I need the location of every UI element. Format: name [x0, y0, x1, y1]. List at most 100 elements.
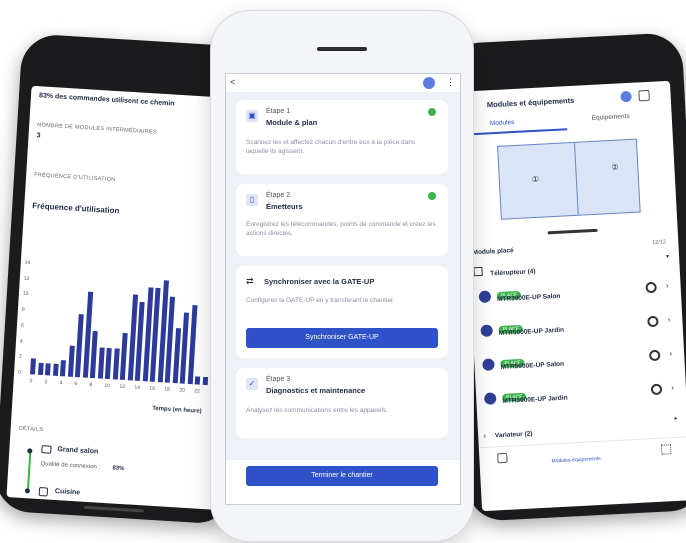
- bar-chart: [28, 264, 230, 386]
- diagnostics-icon: ✓: [246, 378, 258, 390]
- x-tick-label: 4: [59, 380, 63, 387]
- plan-room-2[interactable]: ②: [611, 163, 619, 172]
- signal-gauge-icon: [645, 281, 657, 294]
- plan-room-1[interactable]: ①: [532, 175, 540, 184]
- device-icon: [482, 358, 495, 371]
- x-tick-label: 12: [119, 383, 126, 391]
- tab-equipments[interactable]: Équipements: [592, 113, 630, 122]
- help-icon[interactable]: [620, 90, 632, 103]
- remote-icon: ▯: [246, 194, 258, 206]
- step3-number: Étape 3: [266, 376, 291, 383]
- x-tick-label: 0: [29, 378, 33, 385]
- sync-description: Configurez la GATE-UP en y transférant l…: [246, 297, 395, 304]
- back-button[interactable]: <: [230, 77, 235, 87]
- room-grand-salon[interactable]: Grand salon: [57, 446, 98, 455]
- timeline-line: [26, 451, 32, 492]
- timeline-dot: [27, 448, 33, 454]
- y-tick-label: 12: [23, 275, 30, 282]
- details-label: DÉTAILS: [18, 425, 44, 434]
- step2-title: Émetteurs: [266, 202, 303, 211]
- chart-bar: [59, 360, 66, 377]
- y-tick-label: 0: [17, 369, 22, 376]
- step3-description: Analysez les communications entre les ap…: [246, 407, 388, 414]
- device-row[interactable]: PLACÉ MTR5000E-UP Jardin ›: [480, 307, 677, 347]
- y-tick-label: 2: [18, 353, 23, 361]
- chevron-down-icon: ▾: [665, 254, 670, 261]
- y-tick-label: 8: [21, 306, 25, 313]
- step1-title: Module & plan: [266, 118, 318, 127]
- device-row[interactable]: PLACÉ MTR3000E-UP Salon ›: [478, 273, 675, 313]
- x-tick-label: 20: [179, 387, 186, 394]
- x-tick-label: 2: [44, 379, 48, 386]
- path-header: 83% des commandes utilisent ce chemin: [38, 92, 175, 108]
- bottom-bar: Terminer le chantier: [226, 460, 460, 504]
- chevron-right-icon: ›: [671, 382, 675, 393]
- placed-count: 12/12: [652, 239, 667, 246]
- right-screen: ‹ Modules et équipements Modules Équipem…: [460, 80, 686, 512]
- step3-card[interactable]: ✓ Étape 3 Diagnostics et maintenance Ana…: [236, 368, 448, 438]
- step1-number: Étape 1: [266, 108, 291, 115]
- quality-label: Qualité de connexion :: [40, 461, 101, 471]
- chart-bar: [30, 358, 36, 375]
- nav-grid-icon[interactable]: [660, 444, 672, 455]
- chevron-right-icon: ›: [667, 315, 671, 325]
- dimmer-icon: ♁: [482, 432, 488, 441]
- chart-bar: [194, 376, 201, 385]
- sync-title: Synchroniser avec la GATE-UP: [264, 277, 375, 286]
- shuffle-icon: ⇄: [246, 276, 254, 286]
- nav-modules-equipments[interactable]: Modules-équipements: [551, 456, 600, 465]
- group-telerupteur-label: Télérupteur (4): [489, 268, 536, 278]
- center-phone: < ⋮ ▣ Étape 1 Module & plan Scannez les …: [210, 10, 474, 542]
- intermediate-value: 3: [36, 132, 41, 140]
- signal-gauge-icon: [648, 349, 661, 362]
- settings-icon[interactable]: [638, 89, 650, 102]
- signal-gauge-icon: [650, 383, 663, 396]
- finish-site-button[interactable]: Terminer le chantier: [246, 466, 438, 486]
- sofa-icon: [41, 445, 52, 454]
- placed-label: Module placé: [472, 247, 514, 257]
- help-icon[interactable]: [423, 77, 435, 89]
- x-tick-label: 8: [89, 381, 93, 389]
- chart-bar: [44, 363, 51, 376]
- floor-plan[interactable]: ① ②: [497, 138, 641, 220]
- chevron-right-icon: ›: [665, 281, 669, 291]
- speaker: [317, 47, 367, 51]
- intermediate-label: NOMBRE DE MODULES INTERMÉDIAIRES: [37, 122, 158, 136]
- tab-modules-underline: [462, 128, 568, 136]
- chevron-right-icon: ›: [669, 349, 673, 359]
- chart-bar: [37, 362, 44, 376]
- sheet-handle[interactable]: [547, 228, 598, 235]
- step2-description: Enregistrez les télécommandes, points de…: [246, 221, 436, 237]
- device-icon: [480, 324, 493, 338]
- right-phone: ‹ Modules et équipements Modules Équipem…: [443, 32, 686, 522]
- bottom-nav: Modules-équipements: [478, 436, 686, 471]
- chevron-right-icon: ▸: [674, 415, 678, 422]
- step1-description: Scannez les et affectez chacun d'entre e…: [246, 139, 416, 155]
- step1-card[interactable]: ▣ Étape 1 Module & plan Scannez les et a…: [236, 100, 448, 174]
- device-icon: [483, 392, 497, 405]
- kitchen-icon: [38, 487, 49, 497]
- device-row[interactable]: PLACÉ MTR5000E-UP Salon ›: [482, 341, 679, 381]
- y-tick-label: 14: [24, 259, 31, 267]
- tab-modules[interactable]: Modules: [490, 119, 515, 127]
- nav-home-icon[interactable]: [497, 452, 508, 464]
- chart-bar: [67, 345, 75, 377]
- home-indicator: [83, 505, 144, 513]
- switch-icon: [473, 267, 483, 277]
- sync-gateup-button[interactable]: Synchroniser GATE-UP: [246, 328, 438, 348]
- device-row[interactable]: PLACÉ MTR3000E-UP Jardin ›: [483, 375, 681, 415]
- x-tick-label: 16: [149, 385, 156, 392]
- frequency-label: FRÉQUENCE D'UTILISATION: [33, 172, 116, 184]
- group-variateur[interactable]: ♁ Variateur (2) ▸: [482, 415, 682, 441]
- timeline-dot-2: [24, 488, 31, 494]
- room-cuisine[interactable]: Cuisine: [55, 488, 81, 497]
- group-variateur-label: Variateur (2): [494, 430, 533, 440]
- y-tick-label: 10: [22, 291, 29, 298]
- more-menu-button[interactable]: ⋮: [446, 77, 455, 88]
- chart-bar: [52, 363, 59, 376]
- chart-bar: [119, 332, 128, 381]
- x-tick-label: 22: [194, 388, 201, 395]
- center-screen: < ⋮ ▣ Étape 1 Module & plan Scannez les …: [225, 73, 461, 505]
- step2-card[interactable]: ▯ Étape 2 Émetteurs Enregistrez les télé…: [236, 184, 448, 256]
- step2-number: Étape 2: [266, 192, 291, 199]
